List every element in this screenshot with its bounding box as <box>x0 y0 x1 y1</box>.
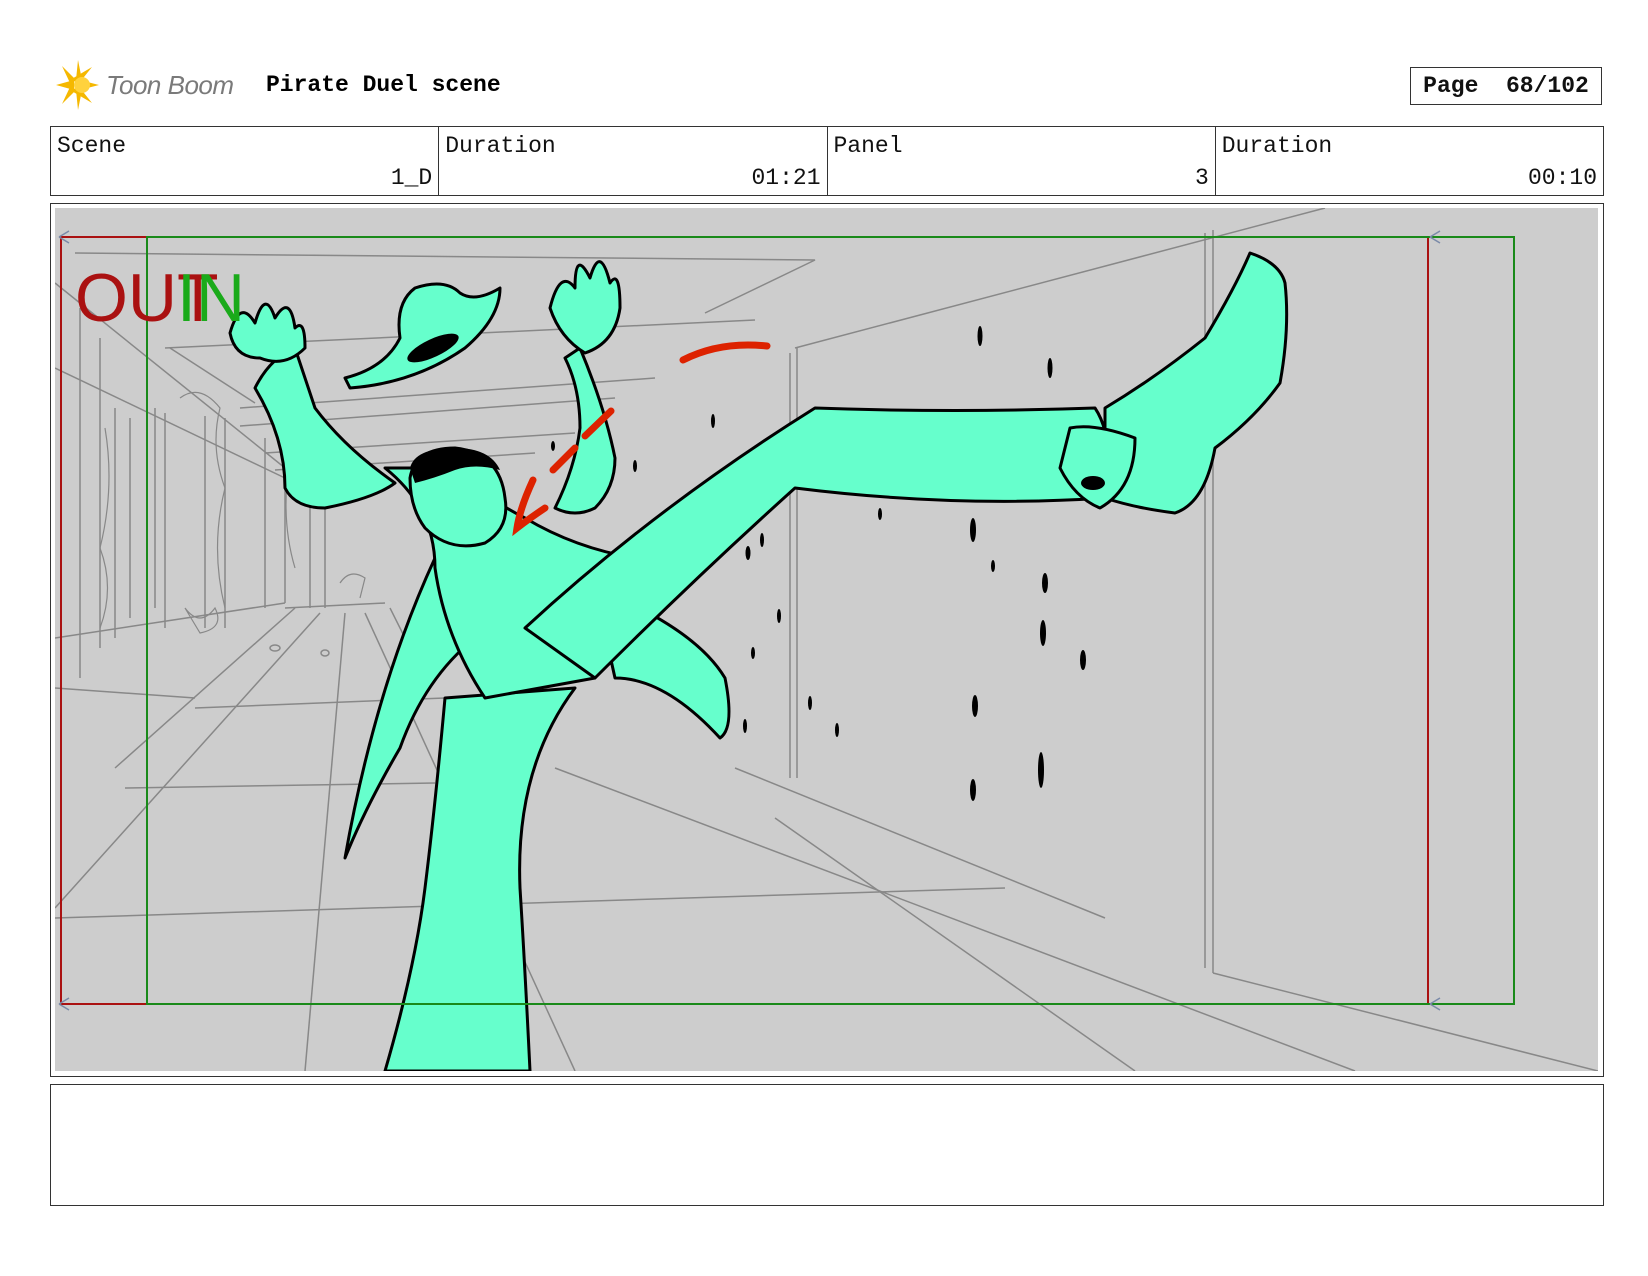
panel-info-row: Scene 1_D Duration 01:21 Panel 3 Duratio… <box>50 126 1604 196</box>
logo-wordmark: Toon Boom <box>106 69 234 100</box>
panel-artwork: OUT IN <box>55 208 1598 1071</box>
in-frame-label: IN <box>177 260 245 336</box>
panel-notes-box[interactable] <box>50 1084 1604 1206</box>
panel-duration-label: Duration <box>1221 133 1333 159</box>
starburst-icon <box>56 60 99 110</box>
scene-duration-cell: Duration 01:21 <box>439 127 828 195</box>
page-counter: Page 68/102 <box>1410 67 1602 105</box>
in-frame <box>146 236 1515 1005</box>
panel-cell: Panel 3 <box>828 127 1216 195</box>
scene-cell: Scene 1_D <box>51 127 440 195</box>
panel-value: 3 <box>1194 165 1209 191</box>
document-title: Pirate Duel scene <box>266 72 501 98</box>
panel-duration-cell: Duration 00:10 <box>1216 127 1603 195</box>
pirate-character <box>228 251 1289 1071</box>
scene-duration-value: 01:21 <box>751 165 821 191</box>
scene-value: 1_D <box>390 165 433 191</box>
panel-duration-value: 00:10 <box>1527 165 1597 191</box>
page-label: Page <box>1423 73 1479 99</box>
scene-label: Scene <box>57 133 127 159</box>
page-value: 68/102 <box>1506 73 1589 99</box>
panel-drawing-area: OUT IN <box>55 208 1598 1071</box>
scene-duration-label: Duration <box>445 133 556 159</box>
storyboard-panel: OUT IN <box>50 203 1604 1077</box>
toon-boom-logo: Toon Boom <box>52 58 234 112</box>
panel-label: Panel <box>833 133 903 159</box>
